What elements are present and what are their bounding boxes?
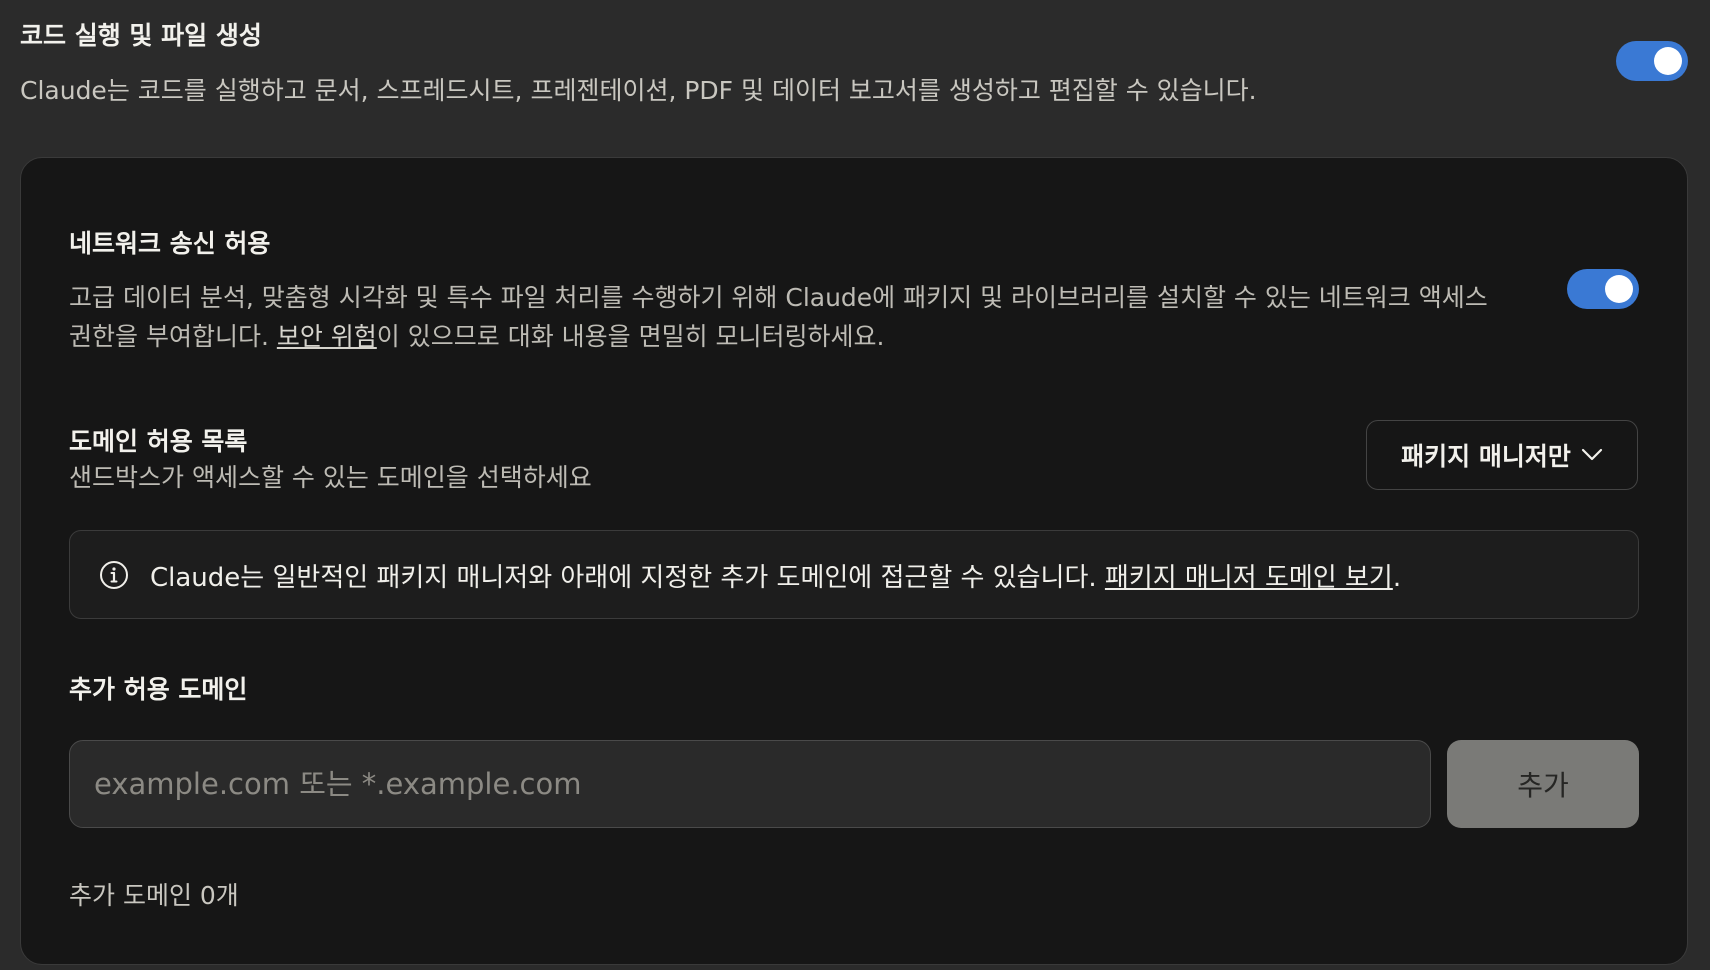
network-desc-text-end: 이 있으므로 대화 내용을 면밀히 모니터링하세요. [376,322,885,351]
domain-allowlist-subtitle: 샌드박스가 액세스할 수 있는 도메인을 선택하세요 [69,463,592,492]
domain-allowlist-select[interactable]: 패키지 매니저만 [1366,420,1638,490]
info-message: Claude는 일반적인 패키지 매니저와 아래에 지정한 추가 도메인에 접근… [150,563,1105,593]
info-period: . [1392,563,1402,593]
code-exec-toggle[interactable] [1616,41,1688,81]
toggle-knob [1605,275,1633,303]
toggle-knob [1654,47,1682,75]
code-exec-description: Claude는 코드를 실행하고 문서, 스프레드시트, 프레젠테이션, PDF… [20,76,1257,105]
network-egress-title: 네트워크 송신 허용 [69,229,271,258]
info-icon [100,561,128,589]
additional-domains-title: 추가 허용 도메인 [69,675,248,704]
chevron-down-icon [1581,448,1602,461]
network-egress-description: 고급 데이터 분석, 맞춤형 시각화 및 특수 파일 처리를 수행하기 위해 C… [69,278,1509,356]
add-domain-button[interactable]: 추가 [1447,740,1639,828]
domain-input[interactable] [69,740,1431,828]
settings-page: 코드 실행 및 파일 생성 Claude는 코드를 실행하고 문서, 스프레드시… [0,0,1710,970]
package-manager-info-box: Claude는 일반적인 패키지 매니저와 아래에 지정한 추가 도메인에 접근… [69,530,1639,619]
additional-domain-count: 추가 도메인 0개 [69,881,239,910]
dropdown-selected-value: 패키지 매니저만 [1401,442,1571,471]
network-egress-toggle[interactable] [1567,269,1639,309]
security-risk-link[interactable]: 보안 위험 [277,322,377,351]
code-exec-title: 코드 실행 및 파일 생성 [20,21,262,50]
info-text: Claude는 일반적인 패키지 매니저와 아래에 지정한 추가 도메인에 접근… [150,557,1401,594]
domain-allowlist-title: 도메인 허용 목록 [69,427,248,456]
view-package-manager-domains-link[interactable]: 패키지 매니저 도메인 보기 [1105,563,1393,593]
